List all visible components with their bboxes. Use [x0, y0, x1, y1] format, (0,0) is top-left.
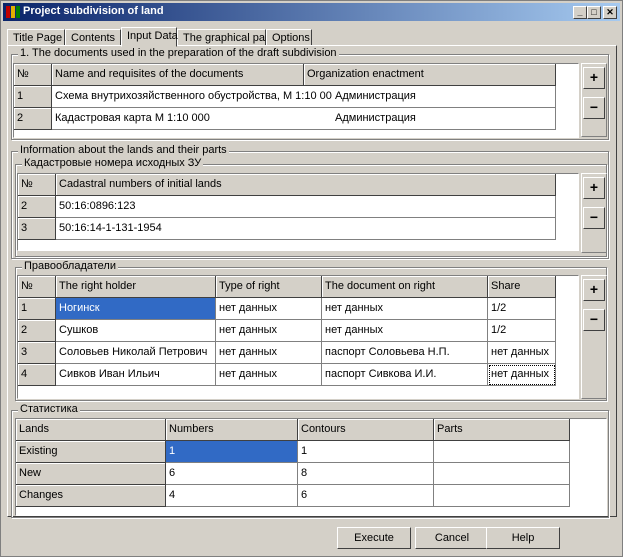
documents-group-title: 1. The documents used in the preparation…	[18, 47, 339, 59]
column-header[interactable]: Type of right	[216, 276, 322, 298]
cancel-button[interactable]: Cancel	[415, 527, 489, 549]
rights-holders-button-strip: + −	[581, 275, 607, 399]
table-cell[interactable]: 50:16:0896:123	[56, 196, 556, 218]
table-cell[interactable]: 1	[298, 441, 434, 463]
column-header[interactable]: The document on right	[322, 276, 488, 298]
row-number: 2	[14, 108, 52, 130]
table-cell[interactable]: нет данных	[488, 342, 556, 364]
row-number: 3	[18, 342, 56, 364]
add-row-button[interactable]: +	[583, 67, 605, 89]
table-cell[interactable]: Ногинск	[56, 298, 216, 320]
minimize-button[interactable]: _	[573, 6, 587, 19]
table-cell[interactable]: нет данных	[322, 320, 488, 342]
table-cell[interactable]	[434, 463, 570, 485]
window-title: Project subdivision of land	[23, 5, 164, 17]
documents-grid[interactable]: № Name and requisites of the documents O…	[13, 63, 579, 138]
title-bar: Project subdivision of land _ □ ✕	[3, 3, 620, 21]
table-cell[interactable]: нет данных	[216, 364, 322, 386]
row-number: 1	[18, 298, 56, 320]
documents-button-strip: + −	[581, 63, 607, 137]
table-cell[interactable]: 8	[298, 463, 434, 485]
table-cell[interactable]: Сушков	[56, 320, 216, 342]
rights-holders-grid[interactable]: № The right holder Type of right The doc…	[17, 275, 579, 399]
column-header[interactable]: Share	[488, 276, 556, 298]
table-cell[interactable]: паспорт Сивкова И.И.	[322, 364, 488, 386]
execute-button[interactable]: Execute	[337, 527, 411, 549]
add-row-button[interactable]: +	[583, 177, 605, 199]
column-header[interactable]: №	[14, 64, 52, 86]
cadastral-grid[interactable]: № Cadastral numbers of initial lands 2 5…	[17, 173, 579, 251]
table-cell[interactable]: Схема внутрихозяйственного обустройства,…	[52, 86, 332, 108]
column-header[interactable]: Lands	[16, 419, 166, 441]
column-header[interactable]: The right holder	[56, 276, 216, 298]
table-cell[interactable]: Сивков Иван Ильич	[56, 364, 216, 386]
row-number: 1	[14, 86, 52, 108]
column-header[interactable]: Contours	[298, 419, 434, 441]
statistics-title: Статистика	[18, 403, 80, 415]
table-cell[interactable]	[434, 485, 570, 507]
column-header[interactable]: Numbers	[166, 419, 298, 441]
table-cell[interactable]: паспорт Соловьева Н.П.	[322, 342, 488, 364]
table-cell[interactable]: нет данных	[216, 320, 322, 342]
column-header[interactable]: Cadastral numbers of initial lands	[56, 174, 556, 196]
row-label: New	[16, 463, 166, 485]
table-cell[interactable]: Кадастровая карта М 1:10 000	[52, 108, 332, 130]
add-row-button[interactable]: +	[583, 279, 605, 301]
column-header[interactable]: Organization enactment	[304, 64, 556, 86]
table-cell[interactable]: нет данных	[322, 298, 488, 320]
row-number: 3	[18, 218, 56, 240]
table-cell[interactable]: 4	[166, 485, 298, 507]
help-button[interactable]: Help	[486, 527, 560, 549]
column-header[interactable]: №	[18, 276, 56, 298]
row-label: Existing	[16, 441, 166, 463]
table-cell[interactable]: 1	[166, 441, 298, 463]
table-cell[interactable]: Администрация	[332, 86, 556, 108]
row-number: 4	[18, 364, 56, 386]
statistics-grid[interactable]: Lands Numbers Contours Parts Existing 1 …	[15, 418, 607, 516]
remove-row-button[interactable]: −	[583, 309, 605, 331]
row-label: Changes	[16, 485, 166, 507]
close-button[interactable]: ✕	[603, 6, 617, 19]
table-cell[interactable]: 1/2	[488, 298, 556, 320]
table-cell[interactable]: 1/2	[488, 320, 556, 342]
table-cell[interactable]: 50:16:14-1-131-1954	[56, 218, 556, 240]
table-cell[interactable]: нет данных	[216, 342, 322, 364]
remove-row-button[interactable]: −	[583, 207, 605, 229]
column-header[interactable]: №	[18, 174, 56, 196]
app-icon	[6, 6, 20, 18]
tab-input-data[interactable]: Input Data	[121, 27, 178, 47]
lands-info-title: Information about the lands and their pa…	[18, 144, 229, 156]
remove-row-button[interactable]: −	[583, 97, 605, 119]
maximize-button[interactable]: □	[587, 6, 601, 19]
row-number: 2	[18, 196, 56, 218]
table-cell[interactable]	[434, 441, 570, 463]
table-cell[interactable]: нет данных	[488, 364, 556, 386]
tab-graphical-part[interactable]: The graphical part	[177, 29, 272, 46]
rights-holders-title: Правообладатели	[22, 260, 118, 272]
cadastral-button-strip: + −	[581, 173, 607, 253]
cadastral-group-title: Кадастровые номера исходных ЗУ	[22, 157, 204, 169]
column-header[interactable]: Parts	[434, 419, 570, 441]
table-cell[interactable]: нет данных	[216, 298, 322, 320]
table-cell[interactable]: Соловьев Николай Петрович	[56, 342, 216, 364]
tab-contents[interactable]: Contents	[65, 29, 121, 46]
table-cell[interactable]: 6	[298, 485, 434, 507]
table-cell[interactable]: 6	[166, 463, 298, 485]
project-window: Project subdivision of land _ □ ✕ Title …	[0, 0, 623, 557]
table-cell[interactable]: Администрация	[332, 108, 556, 130]
column-header[interactable]: Name and requisites of the documents	[52, 64, 304, 86]
tab-title-page[interactable]: Title Page	[7, 29, 65, 46]
tab-options[interactable]: Options	[266, 29, 312, 46]
row-number: 2	[18, 320, 56, 342]
